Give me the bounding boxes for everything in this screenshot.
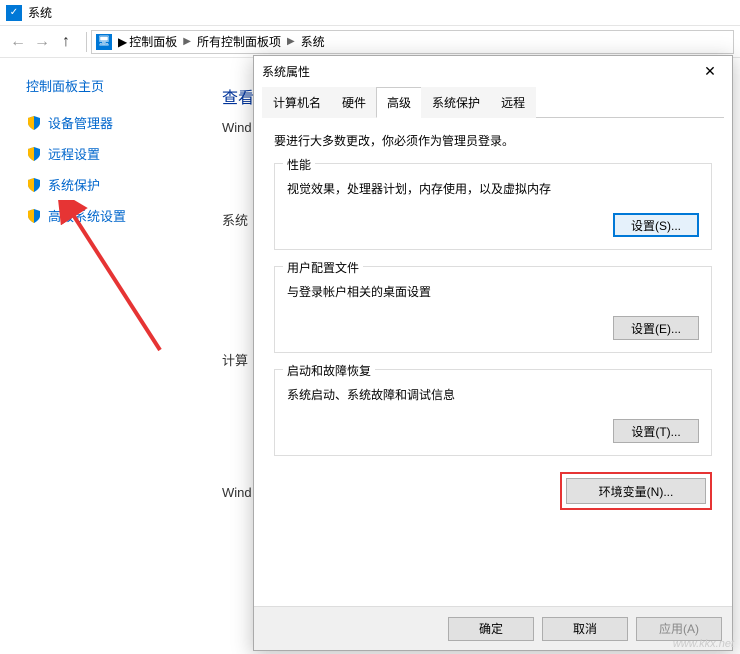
shield-icon [26, 115, 42, 131]
system-icon: ✓ [6, 5, 22, 21]
tab-hardware[interactable]: 硬件 [331, 87, 377, 118]
close-button[interactable]: ✕ [696, 61, 724, 81]
group-user-profile: 用户配置文件 与登录帐户相关的桌面设置 设置(E)... [274, 266, 712, 353]
cancel-button[interactable]: 取消 [542, 617, 628, 641]
tab-advanced[interactable]: 高级 [376, 87, 422, 118]
sidebar-item-remote[interactable]: 远程设置 [26, 144, 200, 163]
env-var-row: 环境变量(N)... [274, 472, 712, 510]
tab-strip: 计算机名 硬件 高级 系统保护 远程 [262, 86, 724, 118]
bg-text: 计算 [222, 350, 248, 369]
tab-computer-name[interactable]: 计算机名 [262, 87, 332, 118]
back-button[interactable]: ← [6, 30, 30, 54]
apply-button[interactable]: 应用(A) [636, 617, 722, 641]
settings-startup-button[interactable]: 设置(T)... [613, 419, 699, 443]
group-startup-recovery: 启动和故障恢复 系统启动、系统故障和调试信息 设置(T)... [274, 369, 712, 456]
forward-button[interactable]: → [30, 30, 54, 54]
dialog-titlebar: 系统属性 ✕ [254, 56, 732, 86]
bg-text: Wind [222, 485, 252, 500]
annotation-highlight: 环境变量(N)... [560, 472, 712, 510]
sidebar-item-label: 高级系统设置 [48, 206, 126, 225]
crumb-control-panel[interactable]: 控制面板 [127, 33, 179, 50]
divider [86, 32, 87, 52]
address-bar-row: ← → ↑ 🖥 ▶ 控制面板 ▶ 所有控制面板项 ▶ 系统 [0, 26, 740, 58]
settings-profile-button[interactable]: 设置(E)... [613, 316, 699, 340]
sidebar-item-advanced[interactable]: 高级系统设置 [26, 206, 200, 225]
sidebar-item-label: 系统保护 [48, 175, 100, 194]
dialog-title: 系统属性 [262, 63, 310, 80]
group-desc: 与登录帐户相关的桌面设置 [287, 283, 699, 300]
tab-body-advanced: 要进行大多数更改，你必须作为管理员登录。 性能 视觉效果，处理器计划，内存使用，… [254, 118, 732, 524]
chevron-right-icon: ▶ [179, 36, 195, 47]
sidebar-item-label: 设备管理器 [48, 113, 113, 132]
group-performance: 性能 视觉效果，处理器计划，内存使用，以及虚拟内存 设置(S)... [274, 163, 712, 250]
shield-icon [26, 177, 42, 193]
page-heading: 查看 [222, 84, 254, 108]
sidebar: 控制面板主页 设备管理器 远程设置 系统保护 高级系统设置 [0, 58, 200, 237]
sidebar-item-label: 远程设置 [48, 144, 100, 163]
ok-button[interactable]: 确定 [448, 617, 534, 641]
settings-performance-button[interactable]: 设置(S)... [613, 213, 699, 237]
tab-remote[interactable]: 远程 [490, 87, 536, 118]
shield-icon [26, 146, 42, 162]
chevron-right-icon: ▶ [283, 36, 299, 47]
bg-text: Wind [222, 120, 252, 135]
sidebar-item-device-manager[interactable]: 设备管理器 [26, 113, 200, 132]
admin-note: 要进行大多数更改，你必须作为管理员登录。 [274, 132, 712, 149]
crumb-all-items[interactable]: 所有控制面板项 [195, 33, 283, 50]
monitor-icon: 🖥 [96, 34, 112, 50]
group-label: 性能 [283, 156, 315, 173]
group-desc: 系统启动、系统故障和调试信息 [287, 386, 699, 403]
window-title: 系统 [28, 4, 52, 21]
group-label: 用户配置文件 [283, 259, 363, 276]
group-desc: 视觉效果，处理器计划，内存使用，以及虚拟内存 [287, 180, 699, 197]
window-titlebar: ✓ 系统 [0, 0, 740, 26]
chevron-right-icon: ▶ [118, 35, 127, 49]
shield-icon [26, 208, 42, 224]
control-panel-home-link[interactable]: 控制面板主页 [26, 76, 200, 95]
environment-variables-button[interactable]: 环境变量(N)... [566, 478, 706, 504]
group-label: 启动和故障恢复 [283, 362, 375, 379]
up-button[interactable]: ↑ [54, 30, 78, 54]
system-properties-dialog: 系统属性 ✕ 计算机名 硬件 高级 系统保护 远程 要进行大多数更改，你必须作为… [253, 55, 733, 651]
bg-text: 系统 [222, 210, 248, 229]
tab-protection[interactable]: 系统保护 [421, 87, 491, 118]
sidebar-item-protection[interactable]: 系统保护 [26, 175, 200, 194]
breadcrumb: 控制面板 ▶ 所有控制面板项 ▶ 系统 [127, 33, 326, 50]
address-box[interactable]: 🖥 ▶ 控制面板 ▶ 所有控制面板项 ▶ 系统 [91, 30, 734, 54]
dialog-button-row: 确定 取消 应用(A) [254, 606, 732, 650]
crumb-system[interactable]: 系统 [299, 33, 327, 50]
